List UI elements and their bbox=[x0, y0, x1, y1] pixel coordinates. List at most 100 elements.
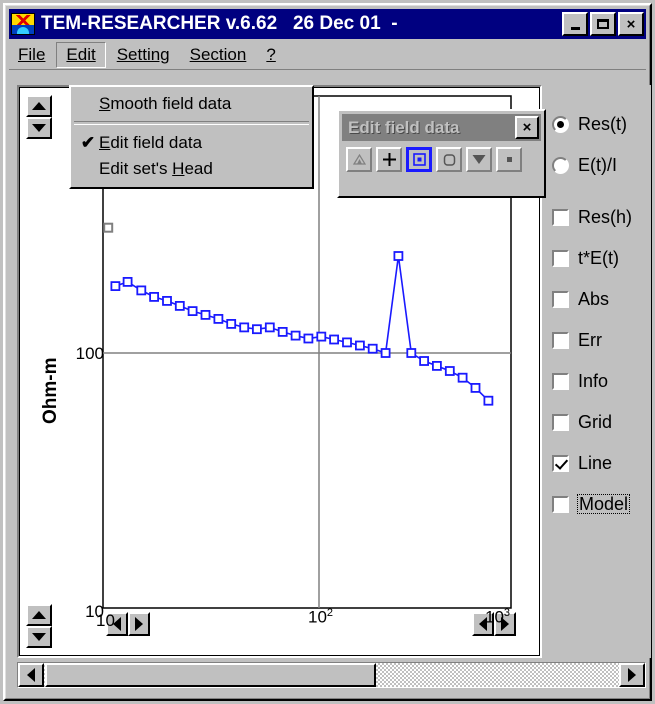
data-point[interactable] bbox=[162, 295, 172, 306]
data-point[interactable] bbox=[367, 343, 378, 354]
data-point[interactable] bbox=[110, 281, 121, 292]
option-checkbox-line[interactable]: Line bbox=[552, 451, 612, 475]
palette-title-bar[interactable]: Edit field data × bbox=[342, 114, 541, 141]
option-checkbox-info[interactable]: Info bbox=[552, 369, 608, 393]
minimize-button[interactable] bbox=[562, 12, 588, 36]
deselected-data-point[interactable] bbox=[103, 222, 114, 233]
menu-option-smooth-field-data[interactable]: Smooth field data bbox=[71, 91, 312, 117]
menu-option-edit-sets-head[interactable]: Edit set's Head bbox=[71, 156, 312, 182]
horizontal-scrollbar[interactable] bbox=[17, 662, 646, 688]
data-point[interactable] bbox=[187, 306, 198, 317]
checkbox-icon-grid[interactable] bbox=[552, 413, 569, 431]
data-point[interactable] bbox=[149, 291, 160, 302]
palette-close-button[interactable]: × bbox=[515, 116, 539, 139]
checkbox-icon-line[interactable] bbox=[552, 454, 569, 472]
app-window: TEM-RESEARCHER v.6.62 26 Dec 01 - × File… bbox=[3, 3, 652, 701]
data-point[interactable] bbox=[226, 318, 237, 329]
option-radio-res-t[interactable]: Res(t) bbox=[552, 112, 627, 136]
data-point[interactable] bbox=[457, 372, 468, 383]
data-point[interactable] bbox=[303, 333, 314, 344]
option-label-line: Line bbox=[578, 453, 613, 473]
maximize-icon bbox=[597, 19, 609, 29]
data-point[interactable] bbox=[277, 326, 288, 337]
triangle-right-icon bbox=[628, 668, 636, 682]
menu-section-label: Section bbox=[189, 45, 247, 64]
minimize-icon bbox=[570, 26, 580, 30]
option-checkbox-err[interactable]: Err bbox=[552, 328, 602, 352]
option-checkbox-grid[interactable]: Grid bbox=[552, 410, 612, 434]
menu-item-section[interactable]: Section bbox=[181, 43, 256, 67]
icon-sea bbox=[12, 25, 34, 34]
checkbox-icon-res-h[interactable] bbox=[552, 208, 569, 226]
data-point[interactable] bbox=[213, 313, 224, 324]
menu-option-edit-field-data[interactable]: ✔ Edit field data bbox=[71, 130, 312, 156]
edit-field-data-palette[interactable]: Edit field data × bbox=[337, 109, 546, 198]
option-checkbox-abs[interactable]: Abs bbox=[552, 287, 609, 311]
data-point[interactable] bbox=[483, 395, 494, 406]
tem-app-icon[interactable] bbox=[11, 13, 35, 35]
data-point[interactable] bbox=[290, 330, 301, 341]
data-point[interactable] bbox=[316, 331, 327, 342]
filter-tool-button[interactable] bbox=[466, 147, 492, 172]
title-bar[interactable]: TEM-RESEARCHER v.6.62 26 Dec 01 - × bbox=[9, 9, 646, 39]
close-button[interactable]: × bbox=[618, 12, 644, 36]
data-point[interactable] bbox=[239, 322, 250, 333]
checkbox-icon-abs[interactable] bbox=[552, 290, 569, 308]
app-window-inner: TEM-RESEARCHER v.6.62 26 Dec 01 - × File… bbox=[5, 5, 651, 699]
maximize-button[interactable] bbox=[590, 12, 616, 36]
hscroll-right-arrow[interactable] bbox=[619, 663, 645, 687]
data-point[interactable] bbox=[393, 251, 404, 261]
option-checkbox-res-h[interactable]: Res(h) bbox=[552, 205, 632, 229]
menu-option-label-edit-head: Edit set's Head bbox=[99, 159, 213, 178]
data-point[interactable] bbox=[354, 340, 365, 351]
data-point[interactable] bbox=[264, 322, 275, 333]
edit-dropdown-menu[interactable]: Smooth field data ✔ Edit field data Edit… bbox=[69, 85, 314, 189]
data-point[interactable] bbox=[342, 337, 352, 348]
menu-item-file[interactable]: File bbox=[9, 43, 54, 67]
data-point[interactable] bbox=[419, 356, 430, 366]
menu-file-label: File bbox=[18, 45, 46, 64]
close-icon: × bbox=[626, 15, 636, 33]
rounded-square-icon bbox=[443, 153, 455, 166]
menu-item-setting[interactable]: Setting bbox=[108, 43, 179, 67]
data-point[interactable] bbox=[329, 334, 340, 345]
data-point[interactable] bbox=[444, 366, 455, 376]
option-label-e-t-i: E(t)/I bbox=[578, 155, 617, 175]
block-tool-button[interactable] bbox=[496, 147, 522, 172]
menu-separator bbox=[74, 121, 309, 125]
peak-tool-button[interactable] bbox=[346, 147, 372, 172]
checkbox-icon-err[interactable] bbox=[552, 331, 569, 349]
checkbox-icon-t-e-t[interactable] bbox=[552, 249, 569, 267]
add-point-tool-button[interactable] bbox=[376, 147, 402, 172]
data-point[interactable] bbox=[136, 285, 147, 296]
data-point[interactable] bbox=[431, 360, 442, 371]
option-checkbox-t-e-t[interactable]: t*E(t) bbox=[552, 246, 619, 270]
option-label-grid: Grid bbox=[578, 412, 613, 432]
palette-toolbar bbox=[346, 147, 522, 172]
option-label-res-h: Res(h) bbox=[578, 207, 633, 227]
menu-item-help[interactable]: ? bbox=[257, 43, 284, 67]
menu-bar: File Edit Setting Section ? bbox=[9, 41, 646, 70]
radio-icon-res-t[interactable] bbox=[552, 115, 569, 133]
option-checkbox-model[interactable]: Model bbox=[552, 492, 631, 516]
data-point[interactable] bbox=[251, 324, 262, 335]
circle-point-tool-button[interactable] bbox=[436, 147, 462, 172]
menu-setting-label: Setting bbox=[116, 45, 170, 64]
filled-square-icon bbox=[506, 157, 512, 162]
hscroll-thumb[interactable] bbox=[45, 663, 376, 687]
data-point[interactable] bbox=[174, 300, 185, 311]
data-point[interactable] bbox=[380, 348, 391, 358]
data-point[interactable] bbox=[470, 382, 481, 393]
peak-icon bbox=[352, 154, 366, 165]
menu-item-edit[interactable]: Edit bbox=[56, 42, 106, 68]
checkbox-icon-model[interactable] bbox=[552, 495, 569, 513]
data-point[interactable] bbox=[406, 348, 417, 358]
check-icon: ✔ bbox=[80, 133, 96, 152]
hscroll-left-arrow[interactable] bbox=[18, 663, 44, 687]
radio-icon-e-t-i[interactable] bbox=[552, 156, 569, 174]
data-point[interactable] bbox=[200, 309, 211, 320]
checkbox-icon-info[interactable] bbox=[552, 372, 569, 390]
select-point-tool-button[interactable] bbox=[406, 147, 432, 172]
data-point[interactable] bbox=[122, 276, 133, 287]
option-radio-e-t-i[interactable]: E(t)/I bbox=[552, 153, 617, 177]
